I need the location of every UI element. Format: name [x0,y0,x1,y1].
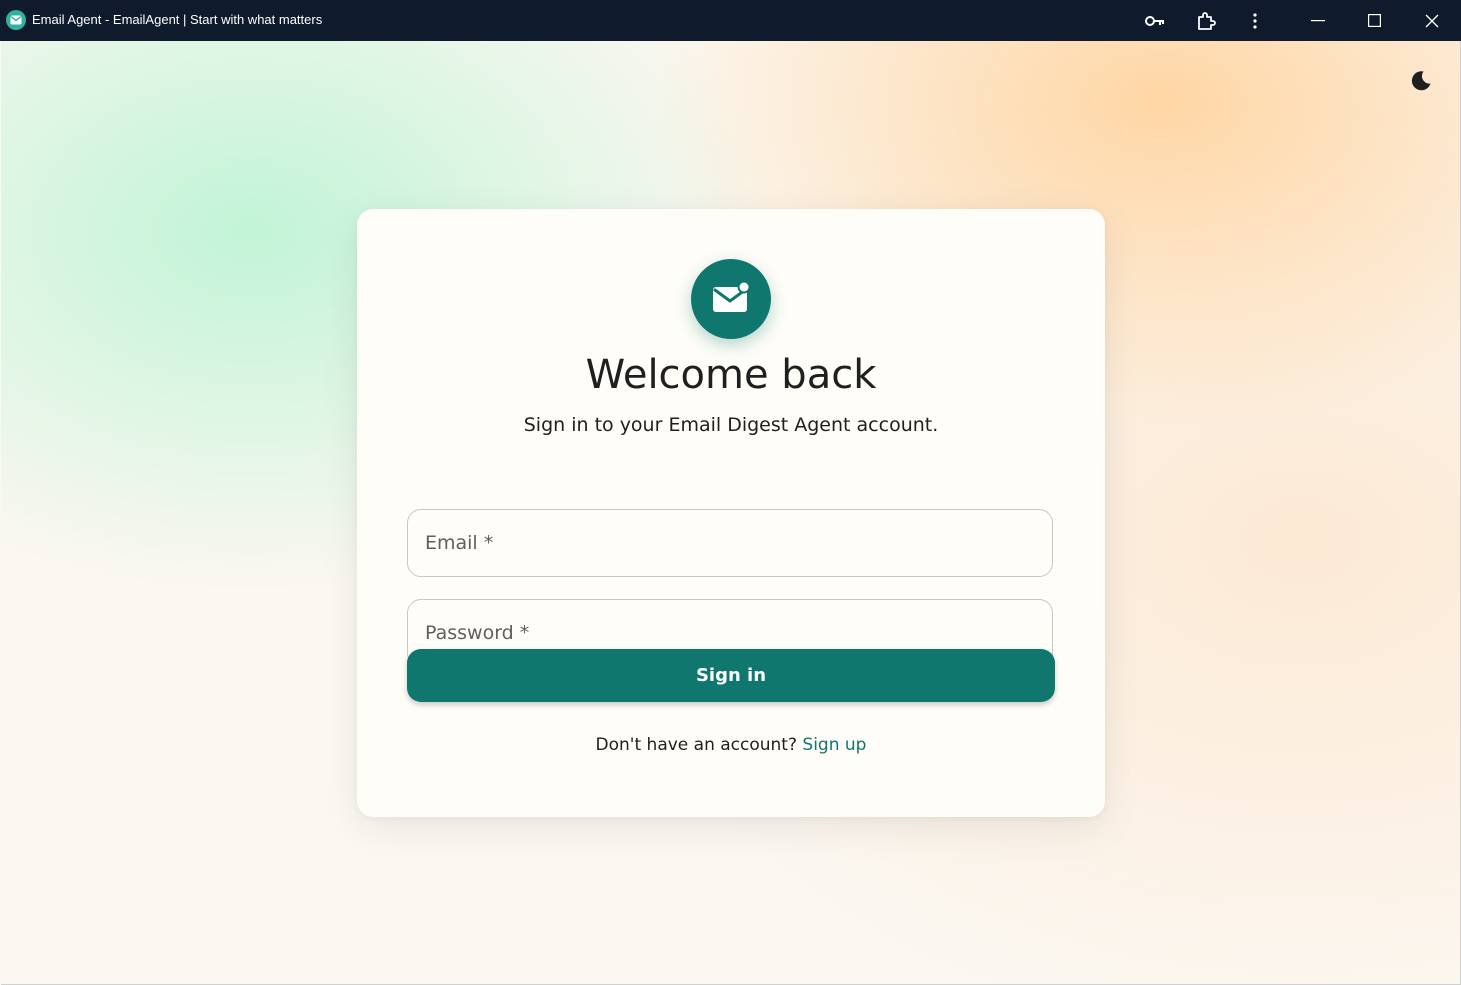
signup-prompt-row: Don't have an account? Sign up [357,735,1105,755]
mail-icon [6,10,26,30]
minimize-icon[interactable] [1295,0,1341,41]
moon-icon [1409,69,1433,97]
maximize-icon[interactable] [1351,0,1397,41]
more-vert-icon[interactable] [1232,0,1278,41]
page-viewport: Welcome back Sign in to your Email Diges… [1,41,1461,985]
app-logo [691,259,771,339]
theme-toggle-button[interactable] [1405,67,1437,99]
page-subtitle: Sign in to your Email Digest Agent accou… [523,414,939,436]
mail-notification-icon [712,280,751,318]
sign-up-link[interactable]: Sign up [802,735,866,755]
signup-prompt-text: Don't have an account? [595,735,797,755]
extension-icon[interactable] [1183,0,1229,41]
page-title: Welcome back [585,352,877,398]
window-titlebar: Email Agent - EmailAgent | Start with wh… [0,0,1461,41]
email-field[interactable] [408,510,1052,576]
key-icon[interactable] [1132,0,1178,41]
close-icon[interactable] [1409,0,1455,41]
sign-in-button[interactable]: Sign in [407,649,1055,702]
email-field-container [407,509,1053,577]
login-card: Welcome back Sign in to your Email Diges… [357,209,1105,817]
window-title: Email Agent - EmailAgent | Start with wh… [32,12,323,27]
